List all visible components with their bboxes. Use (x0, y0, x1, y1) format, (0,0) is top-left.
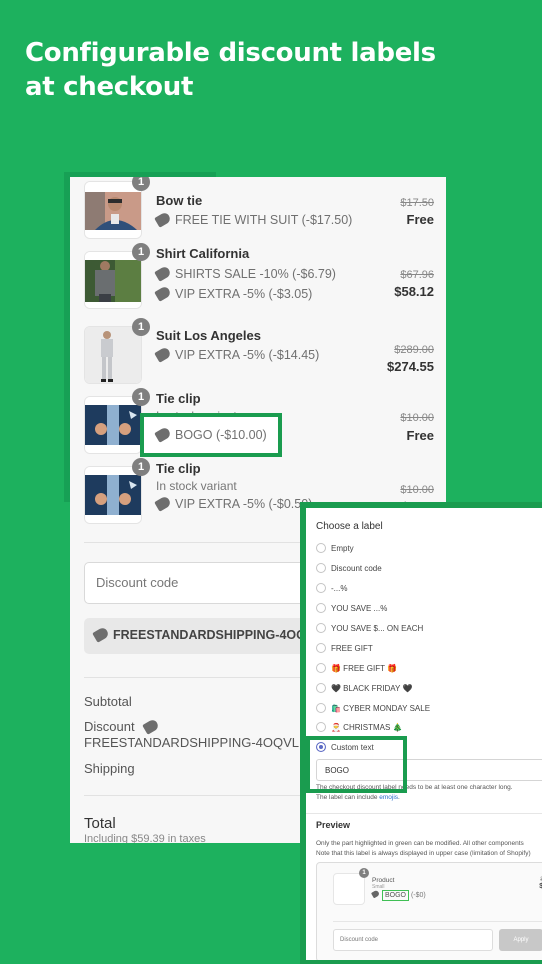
suit-photo (85, 327, 141, 383)
tag-icon (154, 211, 172, 228)
final-price: $274.55 (387, 359, 434, 374)
original-price: $10.00 (400, 484, 434, 496)
label-option[interactable]: 🎅 CHRISTMAS 🎄 (316, 722, 402, 732)
headline: Configurable discount labels at checkout (25, 36, 436, 104)
highlighted-discount-label: BOGO (-$10.00) (140, 413, 282, 457)
discount-label-summary: Discount (84, 718, 163, 735)
label-option[interactable]: -...% (316, 583, 347, 593)
radio-button[interactable] (316, 722, 326, 732)
emojis-link[interactable]: emojis (379, 794, 398, 801)
preview-quantity-badge: 1 (359, 868, 369, 878)
quantity-badge: 1 (132, 243, 150, 261)
shipping-label: Shipping (84, 761, 135, 776)
discount-label: VIP EXTRA -5% (-$0.50) (154, 495, 312, 512)
preview-product-name: Product (372, 877, 395, 884)
divider (333, 921, 542, 922)
label-option[interactable]: FREE GIFT (316, 643, 373, 653)
original-price: $10.00 (400, 412, 434, 424)
tag-icon (154, 426, 172, 443)
preview-title: Preview (316, 820, 351, 830)
label-option[interactable]: 🎁 FREE GIFT 🎁 (316, 663, 397, 673)
subtotal-label: Subtotal (84, 694, 132, 709)
tie-clip-photo (85, 397, 141, 453)
product-variant: In stock variant (156, 479, 237, 493)
tag-icon (154, 265, 172, 282)
discount-label: BOGO (-$10.00) (154, 426, 267, 443)
product-name: Suit Los Angeles (156, 328, 261, 343)
label-option[interactable]: YOU SAVE $... ON EACH (316, 623, 423, 633)
radio-button[interactable] (316, 623, 326, 633)
line-item: 1 Bow tie FREE TIE WITH SUIT (-$17.50) $… (70, 177, 446, 239)
label-option[interactable]: 🖤 BLACK FRIDAY 🖤 (316, 683, 412, 693)
label-option[interactable]: YOU SAVE ...% (316, 603, 387, 613)
radio-button[interactable] (316, 663, 326, 673)
custom-text-input[interactable]: BOGO (316, 759, 542, 781)
choose-label-title: Choose a label (316, 521, 383, 532)
radio-button[interactable] (316, 703, 326, 713)
quantity-badge: 1 (132, 388, 150, 406)
quantity-badge: 1 (132, 318, 150, 336)
line-item: 1 Shirt California SHIRTS SALE -10% (-$6… (70, 243, 446, 309)
product-name: Bow tie (156, 193, 203, 208)
discount-label: SHIRTS SALE -10% (-$6.79) (154, 265, 336, 282)
preview-apply-button[interactable]: Apply (499, 929, 542, 951)
headline-line-2: at checkout (25, 72, 194, 102)
label-option-custom[interactable]: Custom text (316, 742, 374, 752)
help-text: The checkout discount label needs to be … (316, 784, 513, 801)
radio-button[interactable] (316, 563, 326, 573)
discount-label: VIP EXTRA -5% (-$14.45) (154, 346, 319, 363)
discount-label: VIP EXTRA -5% (-$3.05) (154, 285, 312, 302)
final-price: Free (406, 428, 434, 443)
product-thumbnail (84, 251, 142, 309)
product-name: Shirt California (156, 246, 250, 261)
tag-icon (142, 718, 161, 735)
original-price: $17.50 (400, 197, 434, 209)
label-option[interactable]: Empty (316, 543, 354, 553)
tag-icon (370, 889, 381, 899)
product-thumbnail (84, 181, 142, 239)
tie-clip-photo (85, 467, 141, 523)
total-label: Total (84, 815, 116, 832)
radio-button[interactable] (316, 583, 326, 593)
radio-button[interactable] (316, 543, 326, 553)
line-item: 1 Suit Los Angeles VIP EXTRA -5% (-$14.4… (70, 318, 446, 384)
product-name: Tie clip (156, 461, 201, 476)
discount-code-summary: FREESTANDARDSHIPPING-4OQVL (84, 735, 300, 750)
radio-button[interactable] (316, 643, 326, 653)
product-thumbnail (84, 396, 142, 454)
preview-discount-input[interactable]: Discount code (333, 929, 493, 951)
label-option[interactable]: Discount code (316, 563, 382, 573)
quantity-badge: 1 (132, 177, 150, 191)
radio-button[interactable] (316, 683, 326, 693)
discount-label: FREE TIE WITH SUIT (-$17.50) (154, 211, 352, 228)
product-thumbnail (84, 466, 142, 524)
bow-tie-photo (85, 182, 141, 238)
label-option[interactable]: 🛍️ CYBER MONDAY SALE (316, 703, 430, 713)
label-settings-panel: Choose a label Empty Discount code -...%… (306, 508, 542, 960)
original-price: $67.96 (400, 269, 434, 281)
preview-note: Only the part highlighted in green can b… (316, 840, 531, 857)
product-name: Tie clip (156, 391, 201, 406)
tax-note: Including $59.39 in taxes (84, 833, 206, 843)
final-price: $58.12 (394, 284, 434, 299)
radio-button[interactable] (316, 603, 326, 613)
tag-icon (154, 495, 172, 512)
quantity-badge: 1 (132, 458, 150, 476)
shirt-photo (85, 252, 141, 308)
preview-discount-label: BOGO (-$0) (370, 889, 426, 901)
preview-thumbnail (333, 873, 365, 905)
final-price: Free (406, 212, 434, 227)
tag-icon (92, 626, 110, 643)
divider (306, 813, 542, 814)
product-thumbnail (84, 326, 142, 384)
tag-icon (154, 285, 172, 302)
preview-highlight: BOGO (382, 890, 410, 901)
headline-line-1: Configurable discount labels (25, 38, 436, 68)
tag-icon (154, 346, 172, 363)
preview-box: 1 Product Small BOGO (-$0) $5 $5 Discoun… (316, 862, 542, 960)
original-price: $289.00 (394, 344, 434, 356)
radio-button-selected[interactable] (316, 742, 326, 752)
